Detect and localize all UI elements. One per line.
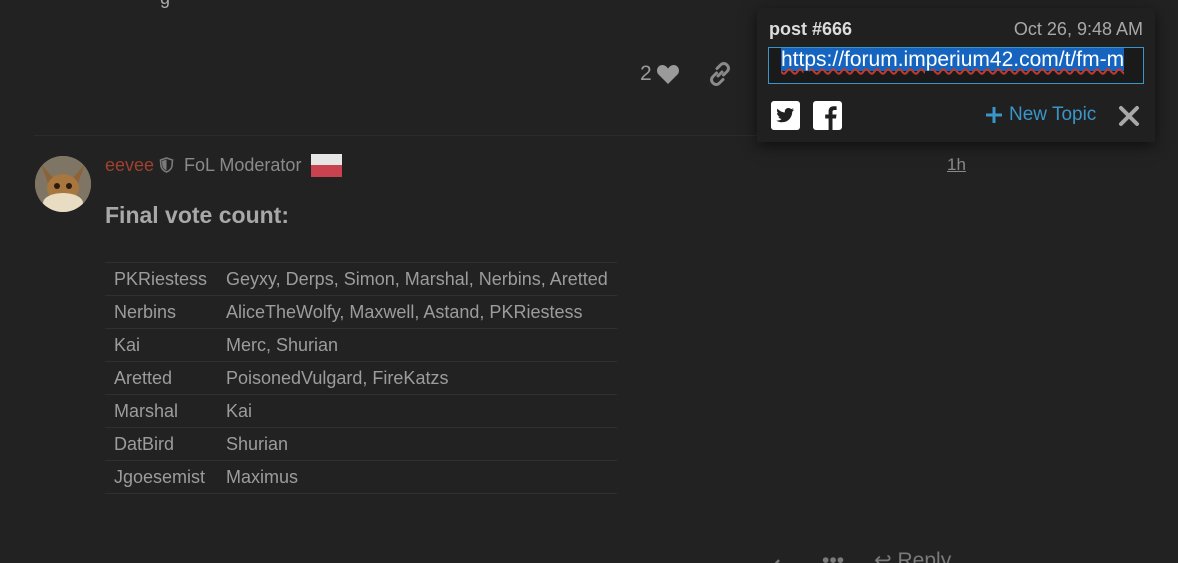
share-popup: post #666 Oct 26, 9:48 AM https://forum.…: [757, 8, 1155, 142]
eevee-avatar-image: [35, 156, 91, 212]
previous-post-actions: 2: [640, 62, 732, 86]
post-bottom-actions: ••• ↩ Reply: [772, 548, 951, 563]
vote-voters: Kai: [217, 394, 617, 428]
plus-icon: [986, 107, 1002, 123]
user-title: FoL Moderator: [184, 154, 302, 175]
like-count[interactable]: 2: [640, 62, 652, 86]
vote-candidate: Marshal: [105, 394, 217, 428]
vote-candidate: Aretted: [105, 361, 217, 395]
previous-post-text-fragment: g: [160, 0, 170, 9]
close-icon[interactable]: [1118, 105, 1140, 127]
vote-voters: AliceTheWolfy, Maxwell, Astand, PKRieste…: [217, 295, 617, 329]
link-icon[interactable]: [708, 62, 732, 86]
username[interactable]: eevee: [105, 155, 154, 176]
table-row: PKRiestess Geyxy, Derps, Simon, Marshal, …: [105, 262, 617, 296]
vote-candidate: Jgoesemist: [105, 460, 217, 494]
vote-candidate: PKRiestess: [105, 262, 217, 296]
table-row: Aretted PoisonedVulgard, FireKatzs: [105, 361, 617, 395]
vote-candidate: Nerbins: [105, 295, 217, 329]
post-heading: Final vote count:: [105, 202, 289, 228]
vote-candidate: Kai: [105, 328, 217, 362]
table-row: Marshal Kai: [105, 394, 617, 428]
vote-voters: Merc, Shurian: [217, 328, 617, 362]
table-row: Jgoesemist Maximus: [105, 460, 617, 494]
poland-flag-icon: [311, 153, 343, 177]
share-url-text: https://forum.imperium42.com/t/fm-m: [781, 48, 1125, 71]
vote-voters: Maximus: [217, 460, 617, 494]
vote-voters: Geyxy, Derps, Simon, Marshal, Nerbins, A…: [217, 262, 617, 296]
heart-icon[interactable]: [656, 63, 680, 85]
new-topic-label: New Topic: [1009, 104, 1097, 125]
link-icon[interactable]: [772, 551, 792, 563]
post-date-link[interactable]: 1h: [947, 155, 966, 175]
twitter-icon[interactable]: [771, 101, 800, 130]
share-post-date: Oct 26, 9:48 AM: [1013, 19, 1143, 39]
share-post-number: post #666: [769, 19, 853, 39]
vote-voters: Shurian: [217, 427, 617, 461]
shield-icon: [159, 157, 174, 173]
vote-candidate: DatBird: [105, 427, 217, 461]
facebook-icon[interactable]: [813, 101, 842, 130]
more-icon[interactable]: •••: [822, 549, 844, 563]
avatar[interactable]: [35, 156, 91, 212]
vote-voters: PoisonedVulgard, FireKatzs: [217, 361, 617, 395]
reply-button[interactable]: ↩ Reply: [874, 548, 951, 563]
share-url-input[interactable]: https://forum.imperium42.com/t/fm-m: [768, 47, 1144, 84]
table-row: DatBird Shurian: [105, 427, 617, 461]
new-topic-button[interactable]: New Topic: [986, 104, 1096, 126]
post-header: eevee FoL Moderator: [105, 153, 343, 177]
table-row: Kai Merc, Shurian: [105, 328, 617, 362]
reply-label: Reply: [897, 549, 952, 563]
table-row: Nerbins AliceTheWolfy, Maxwell, Astand, P…: [105, 295, 617, 329]
vote-count-table: PKRiestess Geyxy, Derps, Simon, Marshal, …: [105, 262, 617, 494]
